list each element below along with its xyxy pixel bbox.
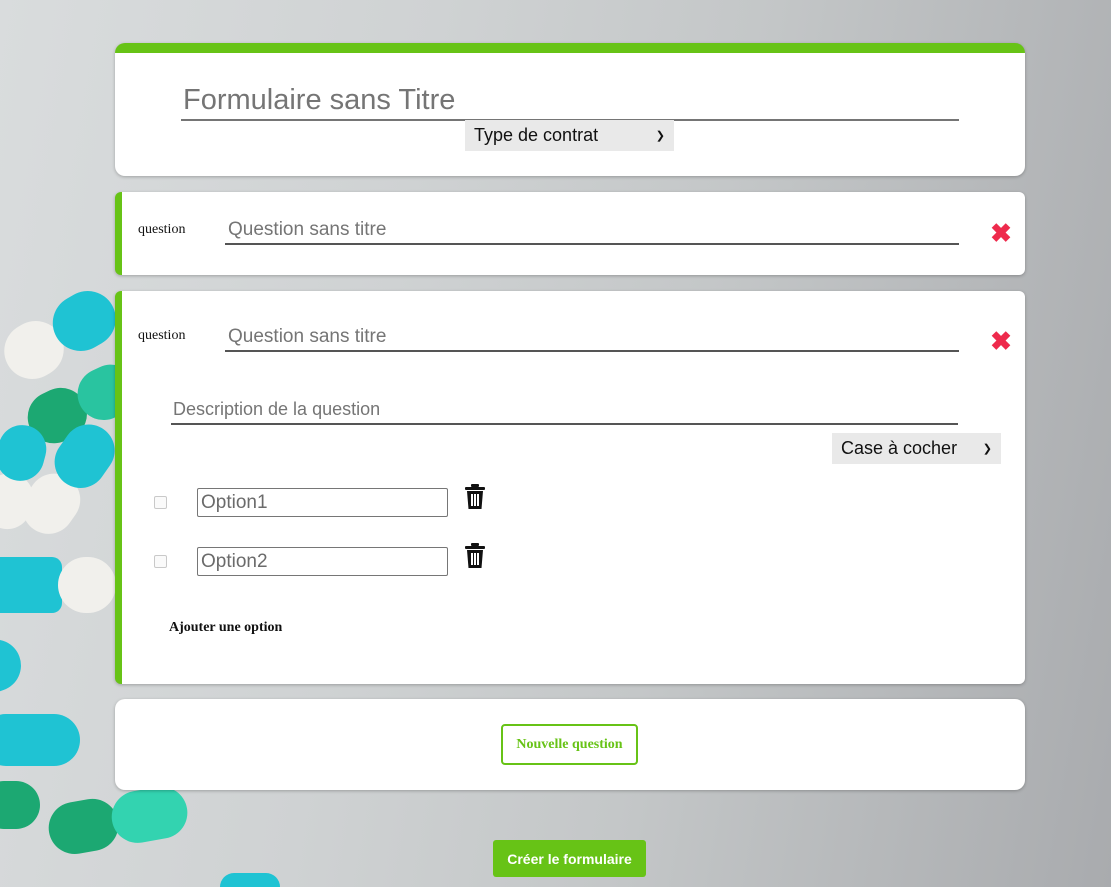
capsule — [0, 714, 80, 766]
trash-icon[interactable] — [464, 543, 486, 569]
answer-type-select[interactable]: Case à cocher ❯ — [832, 433, 1001, 464]
form-header-card: Type de contrat ❯ — [115, 43, 1025, 176]
close-icon[interactable]: ✖ — [990, 328, 1012, 354]
contract-type-selected: Type de contrat — [474, 125, 599, 145]
add-option-link[interactable]: Ajouter une option — [169, 620, 282, 636]
question-label: question — [138, 222, 186, 237]
answer-type-selected: Case à cocher — [841, 438, 958, 458]
option-checkbox[interactable] — [154, 496, 167, 509]
option-input[interactable] — [197, 547, 448, 576]
new-question-button[interactable]: Nouvelle question — [501, 724, 638, 765]
question-label: question — [138, 328, 186, 343]
capsule — [0, 781, 40, 829]
capsule — [220, 873, 280, 887]
question-card: question ✖ Case à cocher ❯ Ajouter une o… — [115, 291, 1025, 684]
close-icon[interactable]: ✖ — [990, 220, 1012, 246]
capsule — [0, 557, 116, 613]
question-card: question ✖ — [115, 192, 1025, 275]
trash-icon[interactable] — [464, 484, 486, 510]
option-input[interactable] — [197, 488, 448, 517]
form-title-input[interactable] — [181, 81, 959, 121]
new-question-card: Nouvelle question — [115, 699, 1025, 790]
create-form-button[interactable]: Créer le formulaire — [493, 840, 646, 877]
capsule — [0, 639, 21, 695]
capsule — [48, 786, 188, 854]
chevron-down-icon: ❯ — [655, 130, 665, 142]
question-title-input[interactable] — [225, 324, 959, 352]
question-title-input[interactable] — [225, 217, 959, 245]
option-checkbox[interactable] — [154, 555, 167, 568]
question-description-input[interactable] — [171, 395, 958, 425]
contract-type-select[interactable]: Type de contrat ❯ — [465, 120, 674, 151]
chevron-down-icon: ❯ — [982, 443, 992, 455]
